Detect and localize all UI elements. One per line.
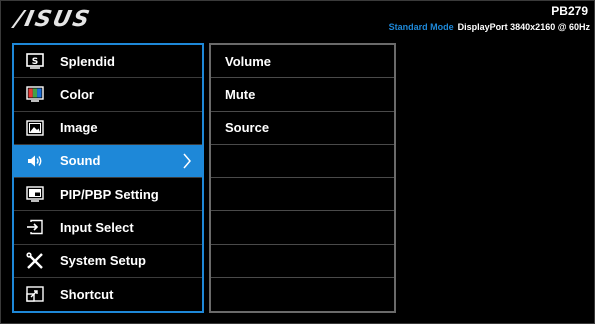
osd-window: /ISUS PB279 Standard Mode DisplayPort 384… (0, 0, 595, 324)
menu-label: System Setup (60, 253, 146, 269)
status-line: Standard Mode DisplayPort 3840x2160 @ 60H… (389, 22, 590, 32)
menu-label: Color (60, 86, 94, 102)
menu-item-shortcut[interactable]: Shortcut (14, 278, 202, 311)
chevron-right-icon (182, 153, 192, 172)
main-menu: S Splendid Color Image Sound PIP/PBP Set… (12, 43, 204, 313)
menu-item-pip-pbp[interactable]: PIP/PBP Setting (14, 178, 202, 212)
menu-label: Splendid (60, 53, 115, 69)
menu-label: PIP/PBP Setting (60, 186, 159, 202)
menu-item-color[interactable]: Color (14, 78, 202, 112)
menu-label: Sound (60, 153, 101, 169)
menu-item-sound[interactable]: Sound (14, 144, 202, 178)
menu-item-splendid[interactable]: S Splendid (14, 45, 202, 79)
submenu-item-source[interactable]: Source (211, 112, 394, 145)
model-name: PB279 (551, 4, 588, 18)
pip-icon (24, 184, 46, 204)
submenu-item-empty (211, 245, 394, 278)
color-icon (24, 84, 46, 104)
input-icon (24, 217, 46, 237)
signal-info: DisplayPort 3840x2160 @ 60Hz (457, 22, 590, 32)
image-icon (24, 118, 46, 138)
speaker-icon (24, 151, 46, 171)
svg-text:S: S (32, 57, 38, 67)
submenu-item-empty (211, 278, 394, 311)
brand-logo: /ISUS (12, 7, 94, 32)
submenu-item-empty (211, 178, 394, 212)
menu-item-system-setup[interactable]: System Setup (14, 245, 202, 278)
submenu-item-empty (211, 211, 394, 245)
menu-label: Shortcut (60, 286, 114, 302)
mode-label: Standard Mode (388, 22, 454, 32)
submenu-item-volume[interactable]: Volume (211, 45, 394, 79)
tools-icon (24, 251, 46, 271)
shortcut-icon (24, 284, 46, 304)
splendid-icon: S (24, 51, 46, 71)
sound-submenu: Volume Mute Source (209, 43, 396, 313)
submenu-item-empty (211, 145, 394, 178)
menu-item-image[interactable]: Image (14, 112, 202, 145)
menu-item-input-select[interactable]: Input Select (14, 211, 202, 245)
osd-header: /ISUS PB279 Standard Mode DisplayPort 384… (1, 1, 595, 37)
submenu-item-mute[interactable]: Mute (211, 78, 394, 112)
menu-label: Input Select (60, 219, 134, 235)
menu-label: Image (60, 120, 98, 136)
